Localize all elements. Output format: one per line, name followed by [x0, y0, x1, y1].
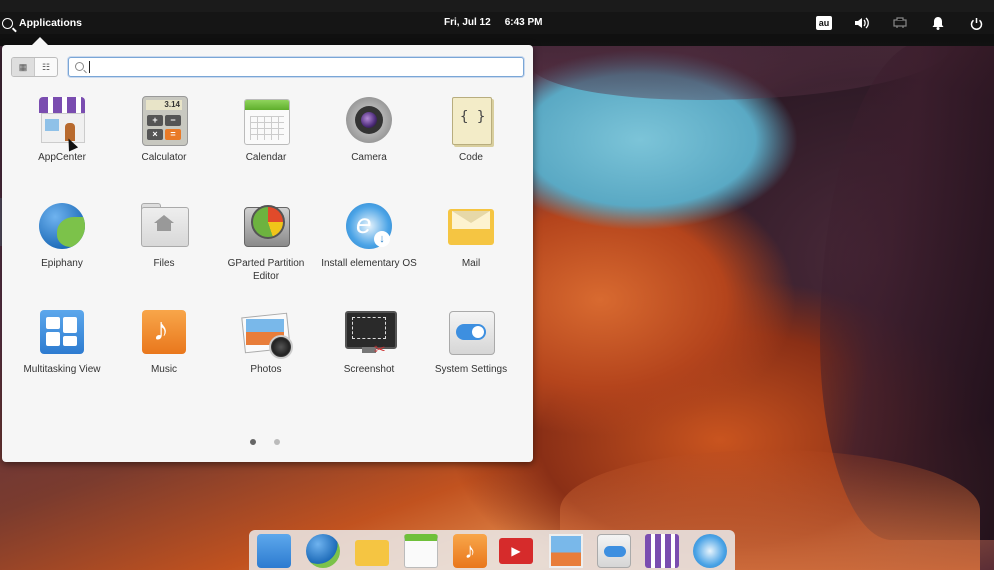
- app-calendar[interactable]: Calendar: [215, 95, 317, 164]
- list-icon: ☷: [41, 61, 51, 72]
- dock-install-icon[interactable]: [693, 534, 727, 568]
- datetime-indicator[interactable]: Fri, Jul 12 6:43 PM: [444, 17, 556, 28]
- dock-epiphany-icon[interactable]: [306, 534, 340, 568]
- dock-videos-icon[interactable]: ▶: [499, 538, 533, 564]
- app-epiphany[interactable]: Epiphany: [11, 201, 113, 270]
- app-mail[interactable]: Mail: [420, 201, 522, 270]
- gparted-icon: [241, 201, 291, 251]
- date-label: Fri, Jul 12: [444, 17, 491, 28]
- dock-calendar-icon[interactable]: [404, 534, 438, 568]
- photos-icon: [241, 307, 293, 359]
- app-photos[interactable]: Photos: [215, 307, 317, 376]
- search-input[interactable]: [68, 57, 524, 77]
- settings-icon: [446, 307, 496, 357]
- calculator-icon: 3.14 + − × =: [139, 95, 189, 146]
- app-calculator[interactable]: 3.14 + − × = Calculator: [113, 95, 215, 164]
- app-label: Calendar: [245, 152, 287, 163]
- time-label: 6:43 PM: [504, 17, 543, 28]
- app-label: Epiphany: [41, 258, 83, 269]
- app-screenshot[interactable]: ✂ Screenshot: [318, 307, 420, 376]
- app-label: Screenshot: [343, 364, 395, 375]
- files-icon: [139, 201, 189, 251]
- app-label: GParted Partition Editor: [227, 258, 305, 282]
- music-icon: ♪: [139, 307, 189, 357]
- app-code[interactable]: { } Code: [420, 95, 522, 164]
- app-label: Mail: [461, 258, 481, 269]
- app-gparted[interactable]: GParted Partition Editor: [215, 201, 317, 283]
- multitasking-icon: [37, 307, 87, 357]
- dock-music-icon[interactable]: ♪: [453, 534, 487, 568]
- calculator-display: 3.14: [146, 100, 182, 110]
- app-multitasking[interactable]: Multitasking View: [11, 307, 113, 376]
- dock: ♪ ▶: [249, 530, 735, 570]
- search-icon: [2, 17, 13, 29]
- keyboard-indicator[interactable]: au: [816, 15, 832, 31]
- sound-icon[interactable]: [854, 15, 870, 31]
- calendar-icon: [241, 95, 291, 145]
- app-label: Install elementary OS: [321, 258, 417, 269]
- applications-button[interactable]: Applications: [2, 14, 82, 32]
- grid-icon: ▦: [18, 61, 28, 72]
- category-view-button[interactable]: ☷: [34, 58, 57, 76]
- camera-icon: [344, 95, 394, 145]
- power-icon[interactable]: [968, 15, 984, 31]
- indicator-area: au: [816, 15, 984, 31]
- install-icon: e ↓: [344, 201, 394, 251]
- view-switcher: ▦ ☷: [11, 57, 58, 77]
- applications-label: Applications: [19, 17, 83, 29]
- app-files[interactable]: Files: [113, 201, 215, 270]
- top-panel: Applications Fri, Jul 12 6:43 PM au: [0, 0, 994, 46]
- app-label: Photos: [250, 364, 282, 375]
- page-indicator: [250, 439, 280, 445]
- code-icon: { }: [446, 95, 496, 145]
- dock-multitasking-icon[interactable]: [257, 534, 291, 568]
- app-install[interactable]: e ↓ Install elementary OS: [318, 201, 420, 270]
- dock-appcenter-icon[interactable]: [645, 534, 679, 568]
- app-camera[interactable]: Camera: [318, 95, 420, 164]
- app-label: Camera: [351, 152, 387, 163]
- app-music[interactable]: ♪ Music: [113, 307, 215, 376]
- app-label: Code: [459, 152, 483, 163]
- screenshot-icon: ✂: [344, 307, 397, 357]
- epiphany-icon: [37, 201, 87, 251]
- dock-mail-icon[interactable]: [355, 540, 389, 566]
- app-label: Files: [153, 258, 175, 269]
- dock-settings-icon[interactable]: [597, 534, 631, 568]
- app-label: Calculator: [141, 152, 187, 163]
- text-cursor: [89, 61, 90, 73]
- page-dot-1[interactable]: [250, 439, 256, 445]
- app-label: System Settings: [434, 364, 508, 375]
- mail-icon: [446, 201, 496, 251]
- page-dot-2[interactable]: [274, 439, 280, 445]
- launcher-pointer: [32, 37, 48, 45]
- dock-photos-icon[interactable]: [549, 534, 583, 568]
- app-label: Multitasking View: [23, 364, 101, 375]
- keyboard-layout-label: au: [816, 16, 832, 30]
- applications-launcher: ▦ ☷ AppCenter 3.14 + − × = Calculator Ca…: [2, 37, 533, 462]
- app-appcenter[interactable]: AppCenter: [11, 95, 113, 164]
- app-label: Music: [150, 364, 178, 375]
- network-icon[interactable]: [892, 15, 908, 31]
- app-system-settings[interactable]: System Settings: [420, 307, 522, 376]
- grid-view-button[interactable]: ▦: [12, 58, 34, 76]
- appcenter-icon: [37, 95, 87, 145]
- app-label: AppCenter: [38, 152, 86, 163]
- search-field-icon: [75, 62, 84, 71]
- notifications-icon[interactable]: [930, 15, 946, 31]
